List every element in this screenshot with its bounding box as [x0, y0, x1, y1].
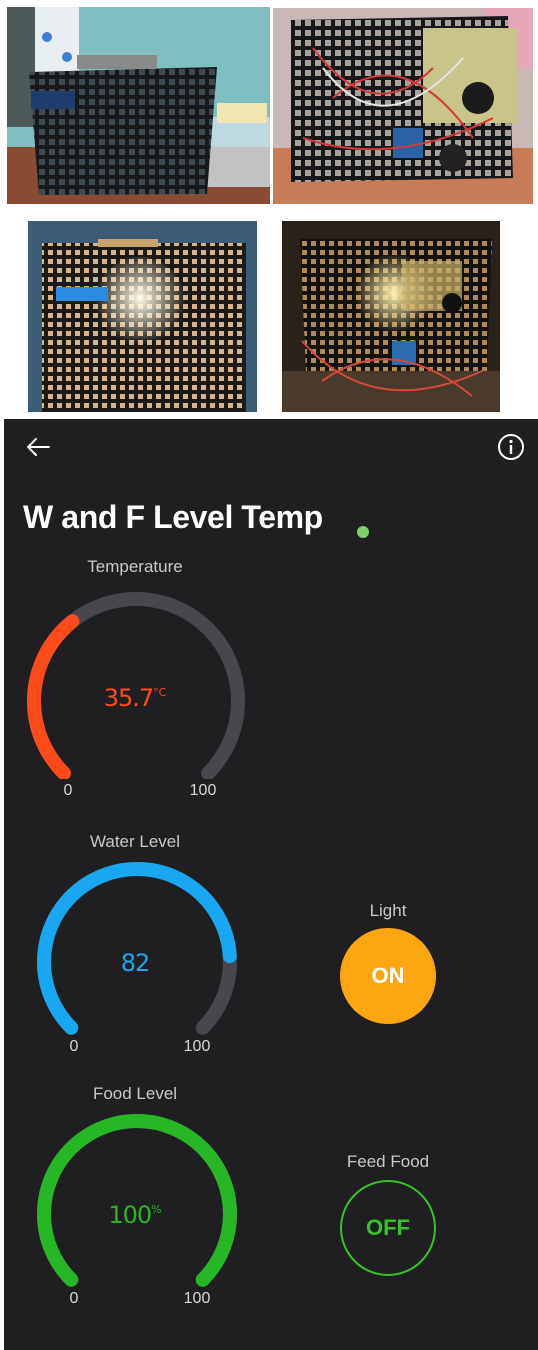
food-level-max: 100 [183, 1290, 211, 1307]
temperature-label: Temperature [87, 557, 183, 576]
water-level-label: Water Level [89, 832, 181, 851]
temperature-value: 35.7°C [103, 684, 167, 712]
temperature-min: 0 [63, 782, 73, 799]
water-level-value: 82 [120, 949, 151, 977]
photo-basket-night [282, 221, 500, 412]
dashboard-title: W and F Level Temp [23, 499, 323, 535]
dashboard-panel: W and F Level Temp Temperature 35.7°C 0 … [4, 419, 538, 1350]
online-status-dot [357, 526, 369, 538]
food-level-label: Food Level [92, 1084, 178, 1103]
water-level-max: 100 [183, 1038, 211, 1055]
photo-basket-daylight [7, 7, 270, 204]
temperature-gauge-fill [27, 614, 80, 779]
light-toggle-button[interactable]: ON [340, 928, 436, 1024]
food-level-min: 0 [69, 1290, 79, 1307]
arrow-left-icon[interactable] [24, 435, 52, 459]
photo-basket-wiring [273, 8, 533, 204]
feed-food-toggle-button[interactable]: OFF [340, 1180, 436, 1276]
temperature-max: 100 [189, 782, 217, 799]
feed-food-label: Feed Food [346, 1152, 430, 1171]
light-label: Light [369, 901, 407, 920]
water-level-min: 0 [69, 1038, 79, 1055]
photo-basket-light-on [28, 221, 257, 412]
info-circle-icon[interactable] [497, 433, 525, 461]
food-level-value: 100% [108, 1201, 162, 1229]
